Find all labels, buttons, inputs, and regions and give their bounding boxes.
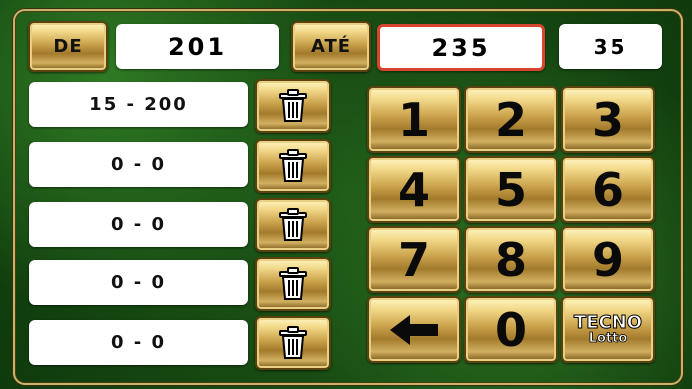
from-label-button[interactable]: DE (28, 21, 108, 72)
trash-icon (279, 89, 307, 122)
delete-range-button[interactable] (255, 79, 331, 133)
key-9[interactable]: 9 (561, 226, 655, 293)
arrow-left-icon (390, 314, 438, 345)
delete-range-button[interactable] (255, 198, 331, 252)
key-2[interactable]: 2 (464, 86, 558, 153)
range-row[interactable]: 0 - 0 (29, 142, 248, 187)
from-value-field[interactable]: 201 (116, 24, 279, 69)
tecnolotto-logo-button[interactable]: TECNO Lotto (561, 296, 655, 363)
count-field: 35 (559, 24, 662, 69)
to-value-field[interactable]: 235 (377, 24, 545, 71)
backspace-button[interactable] (367, 296, 461, 363)
range-row[interactable]: 15 - 200 (29, 82, 248, 127)
trash-icon (279, 149, 307, 182)
key-5[interactable]: 5 (464, 156, 558, 223)
key-7[interactable]: 7 (367, 226, 461, 293)
logo-text-bottom: Lotto (588, 331, 628, 346)
to-label-button[interactable]: ATÉ (291, 21, 371, 72)
delete-range-button[interactable] (255, 316, 331, 370)
range-row[interactable]: 0 - 0 (29, 202, 248, 247)
range-row[interactable]: 0 - 0 (29, 260, 248, 305)
trash-icon (279, 267, 307, 300)
logo-text-top: TECNO (573, 312, 643, 333)
key-0[interactable]: 0 (464, 296, 558, 363)
trash-icon (279, 208, 307, 241)
trash-icon (279, 326, 307, 359)
range-row[interactable]: 0 - 0 (29, 320, 248, 365)
key-4[interactable]: 4 (367, 156, 461, 223)
key-6[interactable]: 6 (561, 156, 655, 223)
key-8[interactable]: 8 (464, 226, 558, 293)
key-1[interactable]: 1 (367, 86, 461, 153)
delete-range-button[interactable] (255, 139, 331, 193)
key-3[interactable]: 3 (561, 86, 655, 153)
delete-range-button[interactable] (255, 257, 331, 311)
